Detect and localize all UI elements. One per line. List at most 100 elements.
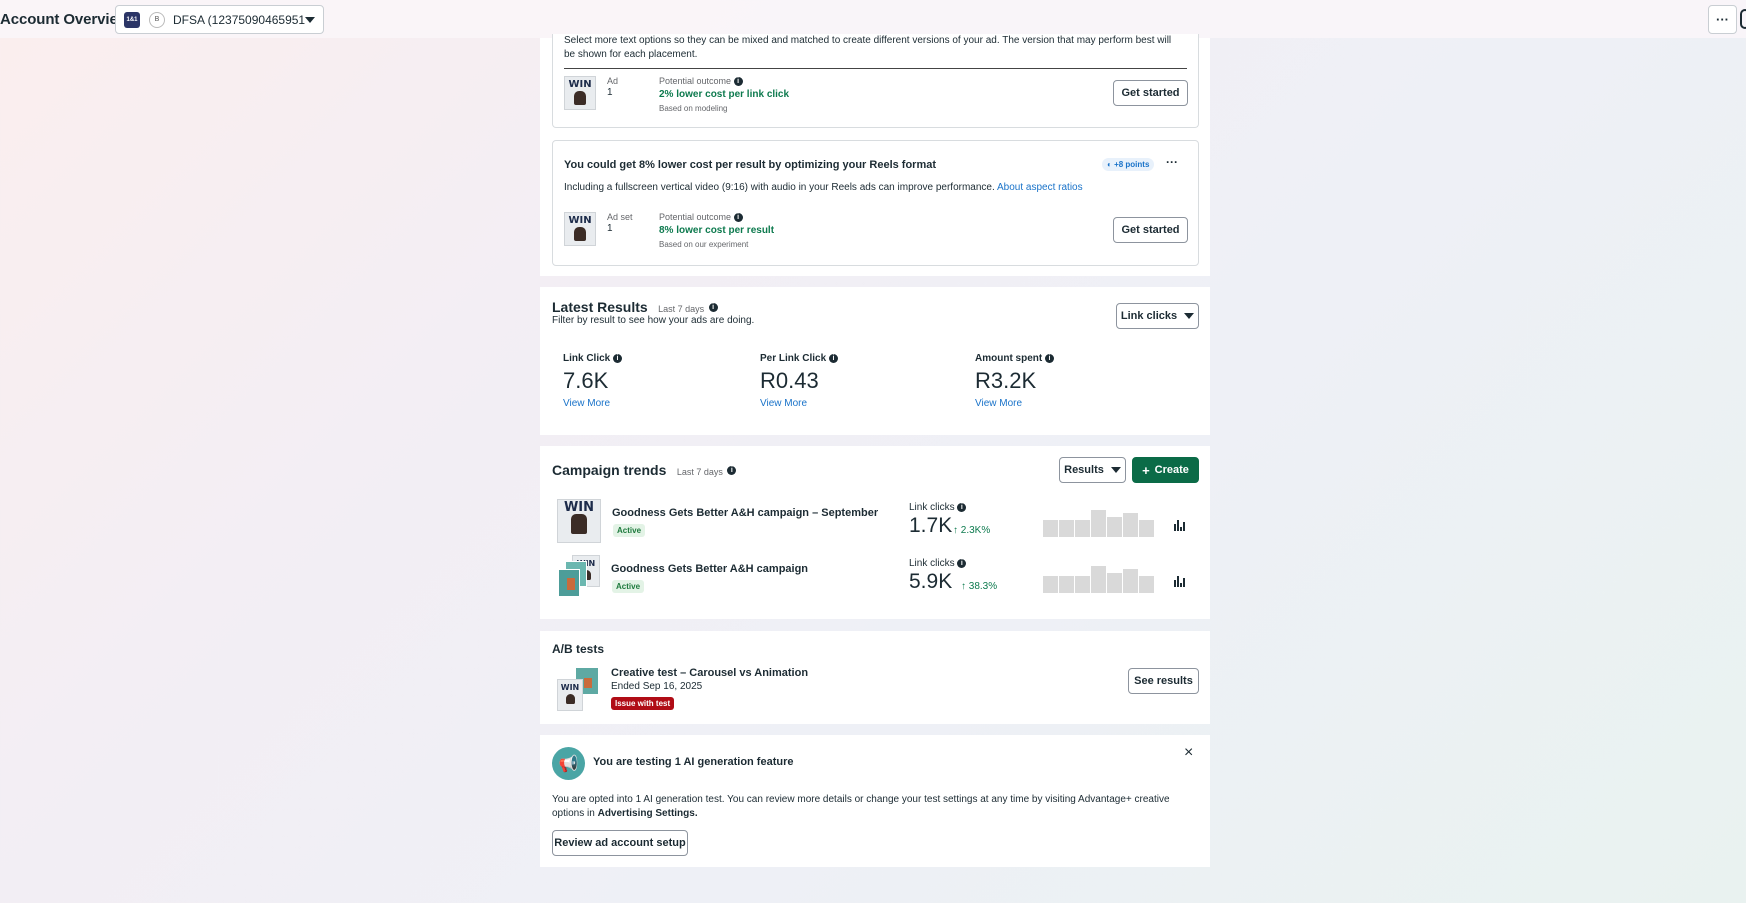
account-name: DFSA (12375090465951... bbox=[173, 12, 305, 27]
outcome-label: Potential outcome i bbox=[659, 76, 743, 87]
outcome-label: Potential outcome i bbox=[659, 212, 743, 223]
trend-sparkline bbox=[1043, 563, 1154, 593]
issue-badge: Issue with test bbox=[611, 697, 675, 710]
campaign-row[interactable]: WIN Goodness Gets Better A&H campaign Ac… bbox=[540, 555, 1210, 605]
change-indicator: ↑ 2.3K% bbox=[953, 525, 991, 536]
sparkline-bar bbox=[1091, 510, 1106, 537]
metric-value: R3.2K bbox=[975, 368, 1037, 393]
feature-description: You are opted into 1 AI generation test.… bbox=[552, 794, 1170, 819]
sparkline-bar bbox=[1043, 576, 1058, 593]
points-badge: ◐ +8 points bbox=[1102, 158, 1155, 171]
info-icon: i bbox=[727, 466, 737, 476]
help-icon[interactable] bbox=[1740, 9, 1746, 29]
info-icon: i bbox=[708, 303, 718, 313]
section-title: Campaign trends Last 7 days i bbox=[552, 462, 737, 480]
trend-sparkline bbox=[1043, 507, 1154, 537]
test-thumbnail: WIN bbox=[557, 667, 601, 711]
ad-thumbnail: WIN bbox=[564, 212, 596, 246]
sparkline-bar bbox=[1123, 513, 1138, 537]
sparkline-bar bbox=[1139, 576, 1154, 593]
metric-value: 1.7K bbox=[909, 514, 953, 537]
info-icon: i bbox=[733, 213, 743, 223]
status-badge: Active bbox=[612, 580, 645, 593]
get-started-button[interactable]: Get started bbox=[1113, 80, 1188, 106]
sparkline-bar bbox=[1139, 520, 1154, 537]
close-icon[interactable]: × bbox=[1184, 745, 1193, 761]
level-count: 1 bbox=[607, 223, 613, 234]
reels-recommendation: You could get 8% lower cost per result b… bbox=[552, 140, 1199, 266]
ad-thumbnail: WIN bbox=[564, 76, 596, 110]
sparkline-bar bbox=[1107, 573, 1122, 593]
feature-title: You are testing 1 AI generation feature bbox=[593, 756, 794, 768]
outcome-value: 2% lower cost per link click bbox=[659, 89, 790, 100]
period-label: Last 7 days bbox=[658, 304, 705, 314]
metric-value: R0.43 bbox=[760, 368, 819, 393]
plus-icon: + bbox=[1142, 462, 1150, 478]
campaign-row[interactable]: WIN Goodness Gets Better A&H campaign – … bbox=[540, 499, 1210, 549]
sparkline-bar bbox=[1075, 576, 1090, 593]
sparkline-bar bbox=[1043, 520, 1058, 537]
chevron-down-icon bbox=[305, 16, 315, 23]
metric-label: Link clicks i bbox=[909, 558, 967, 569]
bar-chart-icon[interactable] bbox=[1174, 520, 1185, 531]
info-icon: i bbox=[828, 353, 838, 363]
create-button[interactable]: + Create bbox=[1132, 457, 1199, 483]
campaign-name[interactable]: Goodness Gets Better A&H campaign – Sept… bbox=[612, 507, 878, 519]
ai-feature-card: 📢 You are testing 1 AI generation featur… bbox=[540, 735, 1210, 867]
metric-value: 5.9K bbox=[909, 570, 953, 593]
outcome-basis: Based on modeling bbox=[659, 104, 728, 113]
text-options-recommendation: Select more text options so they can be … bbox=[552, 34, 1199, 128]
bar-chart-icon[interactable] bbox=[1174, 576, 1185, 587]
period-label: Last 7 days bbox=[676, 467, 723, 477]
view-more-link[interactable]: View More bbox=[975, 398, 1054, 409]
sparkline-bar bbox=[1123, 569, 1138, 593]
info-icon: i bbox=[733, 77, 743, 87]
sparkline-bar bbox=[1059, 520, 1074, 537]
info-icon: i bbox=[957, 502, 967, 512]
sparkline-bar bbox=[1091, 566, 1106, 593]
chevron-down-icon bbox=[1110, 467, 1121, 473]
view-more-link[interactable]: View More bbox=[563, 398, 622, 409]
change-indicator: ↑ 38.3% bbox=[961, 581, 998, 592]
result-filter-dropdown[interactable]: Link clicks bbox=[1116, 303, 1199, 329]
info-icon: i bbox=[957, 558, 967, 568]
outcome-basis: Based on our experiment bbox=[659, 240, 749, 249]
metric-value: 7.6K bbox=[563, 368, 609, 393]
recommendation-description: Select more text options so they can be … bbox=[564, 35, 1172, 60]
test-ended-date: Ended Sep 16, 2025 bbox=[611, 681, 703, 692]
more-options-button[interactable]: ··· bbox=[1166, 155, 1178, 169]
campaign-trends-card: Campaign trends Last 7 days i Results + C… bbox=[540, 446, 1210, 619]
see-results-button[interactable]: See results bbox=[1128, 668, 1199, 694]
outcome-value: 8% lower cost per result bbox=[659, 225, 775, 236]
account-selector[interactable]: 1&1 B DFSA (12375090465951... bbox=[115, 5, 324, 34]
sparkline-bar bbox=[1059, 576, 1074, 593]
ab-tests-card: A/B tests WIN Creative test – Carousel v… bbox=[540, 631, 1210, 724]
view-more-link[interactable]: View More bbox=[760, 398, 838, 409]
status-badge: Active bbox=[613, 524, 646, 537]
level-label: Ad bbox=[607, 76, 619, 86]
about-aspect-ratios-link[interactable]: About aspect ratios bbox=[997, 182, 1083, 193]
more-options-button[interactable]: ··· bbox=[1708, 5, 1737, 34]
section-title: A/B tests bbox=[552, 642, 605, 656]
campaign-thumbnail: WIN bbox=[558, 555, 602, 599]
opportunities-card: Select more text options so they can be … bbox=[540, 34, 1210, 276]
test-name[interactable]: Creative test – Carousel vs Animation bbox=[611, 667, 808, 679]
latest-results-card: Latest Results Last 7 days i Filter by r… bbox=[540, 287, 1210, 435]
account-type-icon: B bbox=[149, 11, 165, 28]
review-ad-account-button[interactable]: Review ad account setup bbox=[552, 830, 688, 856]
recommendation-description: Including a fullscreen vertical video (9… bbox=[564, 182, 1083, 193]
info-icon: i bbox=[613, 353, 623, 363]
campaign-name[interactable]: Goodness Gets Better A&H campaign bbox=[611, 563, 808, 575]
get-started-button[interactable]: Get started bbox=[1113, 217, 1188, 243]
metric-per-link-click: Per Link Click i R0.43 View More bbox=[760, 353, 838, 409]
campaign-thumbnail: WIN bbox=[557, 499, 601, 543]
section-subtitle: Filter by result to see how your ads are… bbox=[552, 315, 755, 326]
results-dropdown[interactable]: Results bbox=[1059, 457, 1126, 483]
chevron-down-icon bbox=[1184, 313, 1195, 319]
info-icon: i bbox=[1045, 353, 1054, 363]
divider bbox=[564, 68, 1187, 69]
account-logo: 1&1 bbox=[124, 11, 140, 28]
page-title: Account Overview bbox=[0, 10, 130, 28]
megaphone-icon: 📢 bbox=[552, 747, 585, 780]
sparkline-bar bbox=[1107, 517, 1122, 537]
